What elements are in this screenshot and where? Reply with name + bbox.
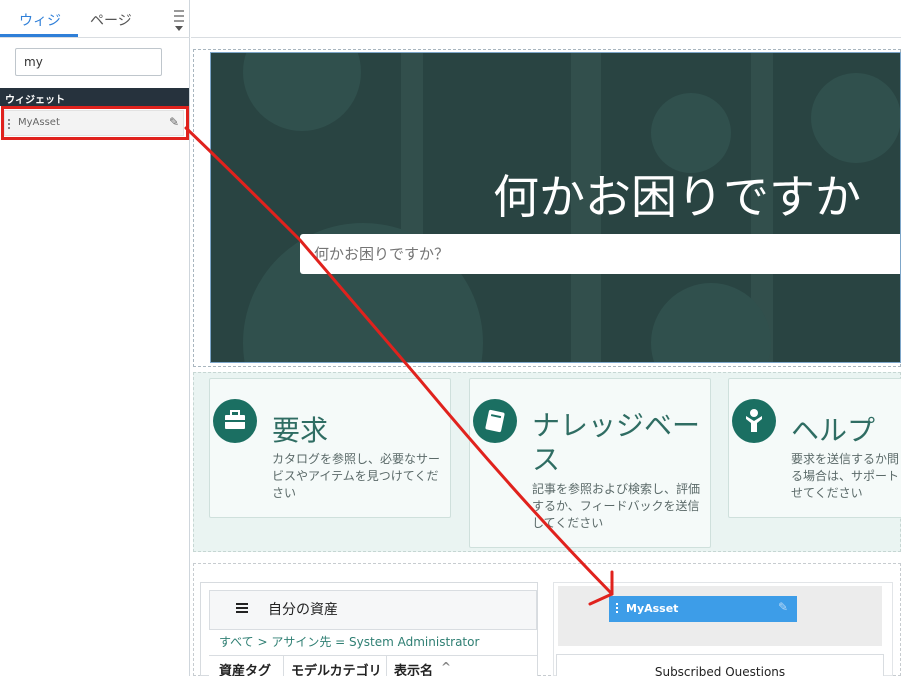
scroll-bar-line bbox=[174, 15, 184, 17]
card-description: カタログを参照し、必要なサービスやアイテムを見つけてください bbox=[272, 452, 441, 500]
card-description: 記事を参照および検索し、評価するか、フィードバックを送信してください bbox=[532, 482, 701, 530]
briefcase-icon bbox=[213, 399, 257, 443]
column-separator bbox=[283, 656, 284, 676]
my-assets-title: 自分の資産 bbox=[268, 602, 338, 618]
column-header-model-category[interactable]: モデルカテゴリ bbox=[291, 660, 382, 676]
menu-icon[interactable] bbox=[236, 603, 248, 613]
card-title: 要求 bbox=[272, 414, 329, 447]
book-icon bbox=[473, 399, 517, 443]
card-help[interactable]: ヘルプ 要求を送信するか問る場合は、サポートせてください bbox=[728, 378, 901, 518]
column-header-asset-tag[interactable]: 資産タグ bbox=[219, 660, 271, 676]
hero-pattern bbox=[243, 53, 361, 131]
chevron-down-icon[interactable] bbox=[175, 26, 183, 31]
card-request[interactable]: 要求 カタログを参照し、必要なサービスやアイテムを見つけてください bbox=[209, 378, 451, 518]
asset-filter-breadcrumb[interactable]: すべて > アサイン先 = System Administrator bbox=[219, 633, 479, 650]
tab-widgets[interactable]: ウィジ bbox=[19, 10, 61, 30]
widget-panel: ウィジ ページ ウィジェット MyAsset ✎ bbox=[0, 0, 190, 676]
drag-handle-icon[interactable] bbox=[616, 603, 618, 613]
canvas-top-strip bbox=[191, 0, 901, 38]
card-title: ナレッジベース bbox=[532, 409, 702, 477]
dragged-widget-label: MyAsset bbox=[626, 602, 679, 615]
annotation-highlight-box bbox=[1, 106, 189, 140]
column-separator bbox=[386, 656, 387, 676]
card-title-text: ナレッジベース bbox=[532, 409, 701, 476]
card-knowledge-base[interactable]: ナレッジベース 記事を参照および検索し、評価するか、フィードバックを送信してくだ… bbox=[469, 378, 711, 548]
column-header-display-name[interactable]: 表示名 bbox=[394, 660, 433, 676]
hero-title: 何かお困りですか bbox=[493, 170, 861, 224]
hero-pattern bbox=[811, 73, 900, 163]
card-description: 要求を送信するか問る場合は、サポートせてください bbox=[791, 452, 900, 500]
assets-table-header: 資産タグ モデルカテゴリ 表示名 ^ bbox=[209, 655, 537, 676]
tab-pages[interactable]: ページ bbox=[90, 10, 132, 30]
scroll-bar-line bbox=[174, 20, 184, 22]
person-icon bbox=[732, 399, 776, 443]
widget-search-input[interactable] bbox=[15, 48, 162, 76]
scroll-bar-line bbox=[174, 10, 184, 12]
my-assets-header: 自分の資産 bbox=[209, 590, 537, 630]
card-title: ヘルプ bbox=[791, 414, 876, 447]
pencil-icon[interactable]: ✎ bbox=[778, 600, 788, 614]
sort-ascending-icon[interactable]: ^ bbox=[441, 660, 451, 674]
dragged-widget-myasset[interactable]: MyAsset ✎ bbox=[609, 596, 797, 622]
hero-banner: 何かお困りですか bbox=[210, 52, 901, 363]
subscribed-questions-title: Subscribed Questions bbox=[654, 665, 786, 676]
subscribed-questions-widget: Subscribed Questions bbox=[556, 654, 884, 676]
tab-scroll-control[interactable] bbox=[172, 4, 186, 34]
hero-search-input[interactable] bbox=[300, 234, 900, 274]
panel-tabs: ウィジ ページ bbox=[0, 0, 190, 38]
active-tab-indicator bbox=[0, 34, 78, 37]
widget-section-header: ウィジェット bbox=[0, 88, 189, 106]
